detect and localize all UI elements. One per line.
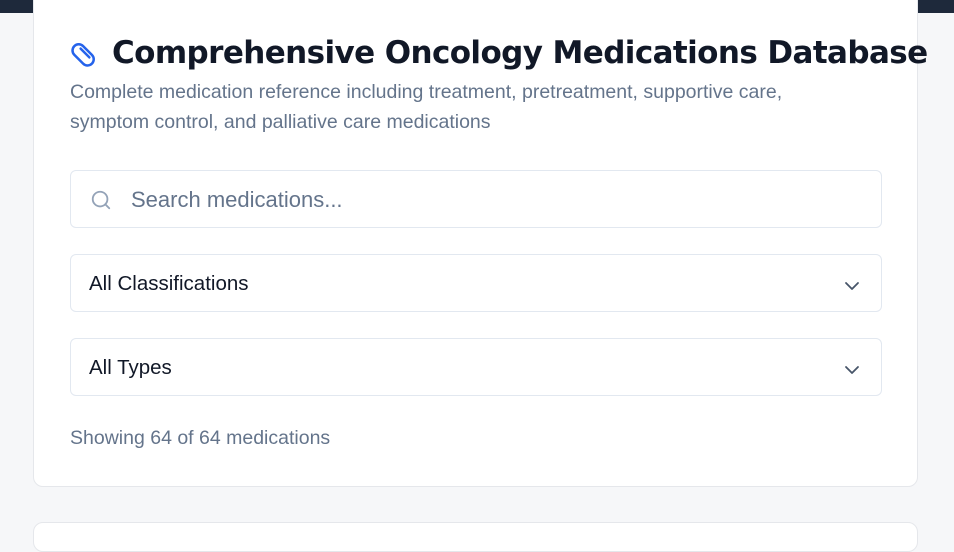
chevron-down-icon [844, 361, 860, 374]
search-input[interactable] [129, 171, 863, 229]
chevron-down-icon [844, 277, 860, 290]
classification-select-value: All Classifications [89, 272, 249, 295]
results-count: Showing 64 of 64 medications [70, 427, 331, 449]
type-select-value: All Types [89, 356, 172, 379]
search-icon [90, 189, 112, 211]
medication-list-card [33, 522, 918, 552]
pill-icon [70, 38, 100, 68]
medications-filter-card: Comprehensive Oncology Medications Datab… [33, 0, 928, 487]
search-box [70, 170, 882, 229]
type-select[interactable]: All Types [70, 338, 882, 396]
classification-select[interactable]: All Classifications [70, 254, 882, 312]
page-subtitle: Complete medication reference including … [70, 81, 783, 133]
page-title: Comprehensive Oncology Medications Datab… [112, 35, 928, 71]
header-row: Comprehensive Oncology Medications Datab… [70, 35, 928, 71]
